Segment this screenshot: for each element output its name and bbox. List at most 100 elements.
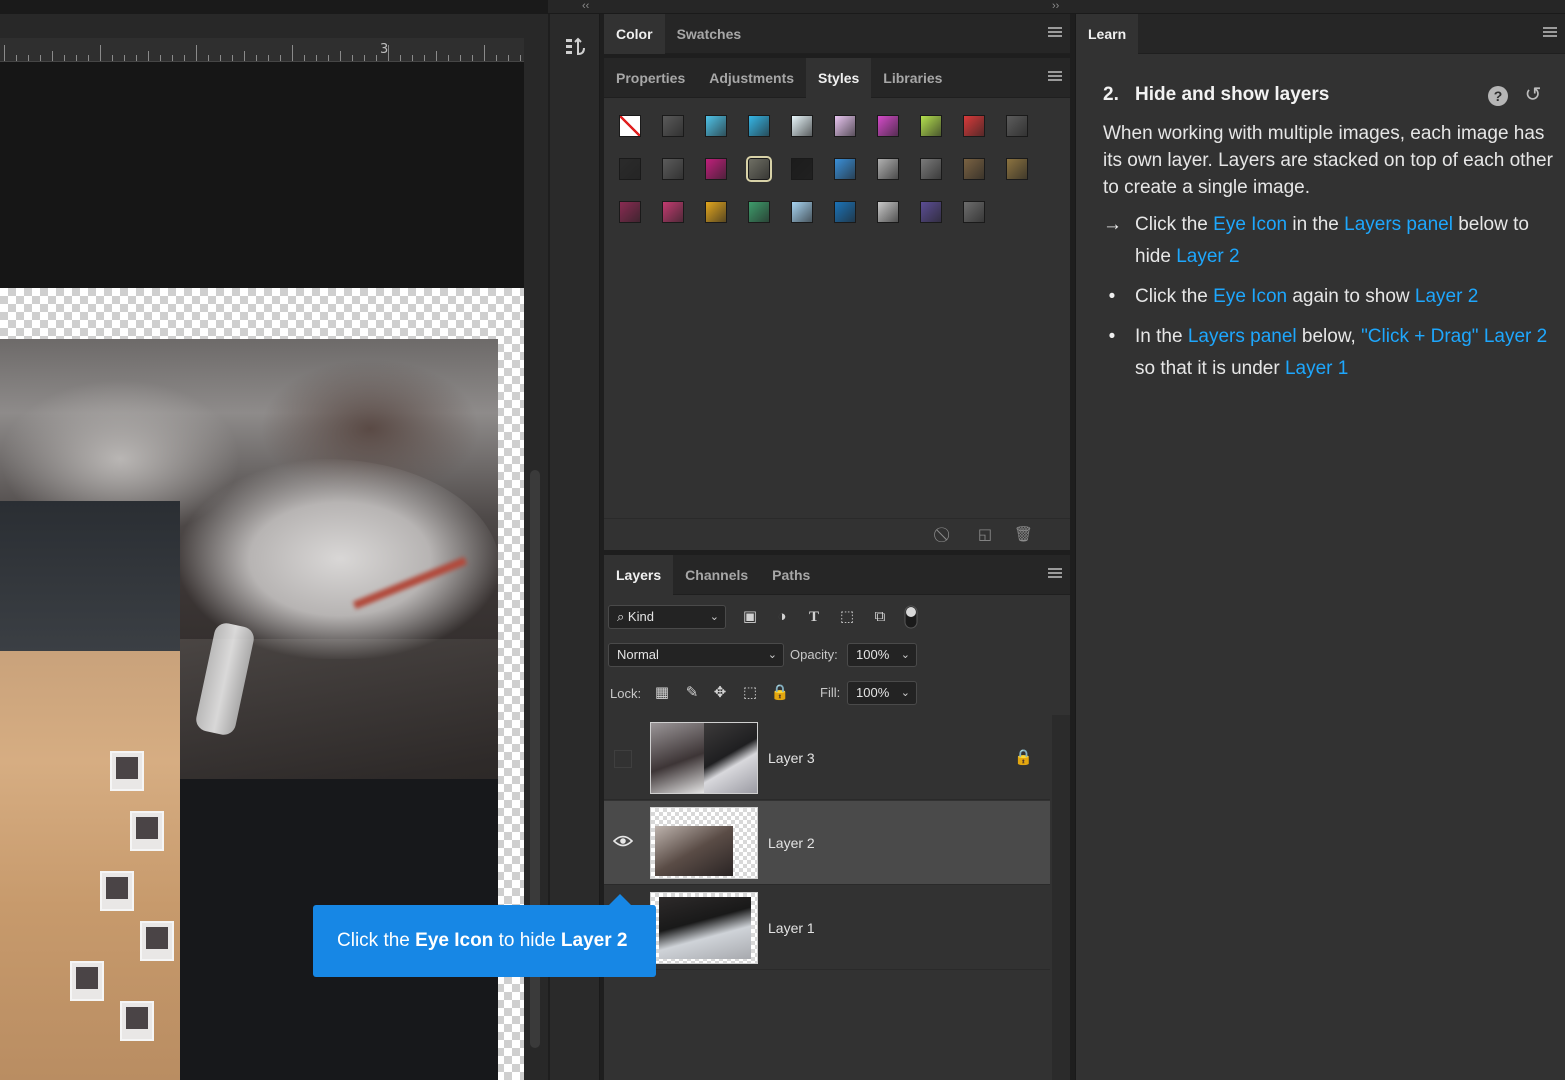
layer-name[interactable]: Layer 2 (768, 835, 815, 851)
ruler-tick (76, 55, 77, 61)
blend-mode-select[interactable]: Normal ⌄ (608, 643, 784, 667)
lock-position-icon[interactable]: ✥ (710, 683, 730, 703)
style-swatch[interactable] (780, 147, 823, 190)
collapse-right-chevron-icon[interactable]: ›› (1052, 0, 1059, 12)
style-swatch[interactable] (866, 104, 909, 147)
style-swatch[interactable] (651, 190, 694, 233)
style-swatch-preview (790, 200, 813, 223)
style-swatch[interactable] (694, 190, 737, 233)
style-swatch[interactable] (909, 104, 952, 147)
chevron-down-icon[interactable]: ⌄ (901, 682, 910, 704)
instruction-text: Click the (1135, 286, 1214, 307)
style-swatch[interactable] (866, 190, 909, 233)
tab-adjustments[interactable]: Adjustments (697, 58, 806, 98)
styles-panel-footer: ⃠ ◱ 🗑 (604, 518, 1070, 550)
style-swatch-preview (704, 200, 727, 223)
filter-shape-icon[interactable]: ⬚ (837, 607, 857, 627)
tab-properties[interactable]: Properties (604, 58, 697, 98)
step-title: Hide and show layers (1135, 84, 1330, 105)
layer-filter-kind-select[interactable]: ⌕ Kind ⌄ (608, 605, 726, 629)
filter-toggle-icon[interactable] (901, 605, 921, 629)
kind-label: Kind (627, 609, 654, 624)
step-number: 2. (1103, 84, 1119, 105)
help-icon[interactable]: ? (1488, 86, 1508, 106)
style-swatch[interactable] (651, 147, 694, 190)
style-swatch[interactable] (952, 104, 995, 147)
layers-panel: Layers Channels Paths ⌕ Kind ⌄ ▣ ◑ T ⬚ ⧉… (604, 554, 1070, 1080)
filter-smart-object-icon[interactable]: ⧉ (870, 607, 890, 627)
panel-menu-icon[interactable] (1048, 568, 1062, 580)
tab-styles[interactable]: Styles (806, 57, 872, 98)
collapse-left-chevron-icon[interactable]: ‹‹ (582, 0, 589, 12)
ruler-tick (376, 55, 377, 61)
lock-artboard-icon[interactable]: ⬚ (740, 683, 760, 703)
panel-menu-icon[interactable] (1048, 71, 1062, 83)
style-swatch[interactable] (737, 104, 780, 147)
style-swatch[interactable] (952, 147, 995, 190)
style-swatch[interactable] (995, 104, 1038, 147)
style-swatch[interactable] (952, 190, 995, 233)
instruction-step-1: → Click the Eye Icon in the Layers panel … (1103, 209, 1558, 273)
opacity-input[interactable]: 100% ⌄ (847, 643, 917, 667)
style-swatch[interactable] (780, 190, 823, 233)
fill-input[interactable]: 100% ⌄ (847, 681, 917, 705)
tab-libraries[interactable]: Libraries (871, 58, 954, 98)
style-swatch[interactable] (823, 104, 866, 147)
trash-icon[interactable]: 🗑 (1014, 526, 1033, 544)
ruler-tick (100, 45, 101, 61)
lock-image-pixels-icon[interactable]: ✎ (682, 683, 702, 703)
layer-row-layer-2[interactable]: Layer 2 (604, 801, 1050, 885)
style-swatch[interactable] (608, 104, 651, 147)
panel-menu-icon[interactable] (1048, 27, 1062, 39)
filter-pixel-icon[interactable]: ▣ (740, 607, 760, 627)
reset-icon[interactable]: ↺ (1522, 84, 1544, 106)
tab-swatches[interactable]: Swatches (665, 14, 754, 54)
tab-learn[interactable]: Learn (1076, 13, 1139, 54)
layer-row-layer-3[interactable]: Layer 3 🔒 (604, 716, 1050, 800)
horizontal-ruler: 3 (0, 38, 524, 62)
ruler-tick (268, 55, 269, 61)
style-swatch[interactable] (651, 104, 694, 147)
layer-name[interactable]: Layer 3 (768, 750, 815, 766)
style-swatch[interactable] (608, 190, 651, 233)
tab-channels[interactable]: Channels (673, 555, 760, 595)
tab-paths[interactable]: Paths (760, 555, 822, 595)
layer-row-layer-1[interactable]: Layer 1 (604, 886, 1050, 970)
visibility-toggle-empty[interactable] (614, 750, 632, 768)
style-swatch[interactable] (823, 147, 866, 190)
tab-layers[interactable]: Layers (604, 554, 674, 595)
style-swatch[interactable] (780, 104, 823, 147)
filter-type-icon[interactable]: T (804, 607, 824, 627)
new-style-icon[interactable]: ◱ (976, 526, 994, 544)
lock-transparent-pixels-icon[interactable]: ▦ (652, 683, 672, 703)
style-swatch[interactable] (909, 190, 952, 233)
ruler-tick (520, 55, 521, 61)
style-swatch[interactable] (694, 147, 737, 190)
filter-adjustment-icon[interactable]: ◑ (772, 607, 792, 627)
ruler-tick (148, 51, 149, 61)
bullet-icon: • (1108, 286, 1116, 307)
eye-icon[interactable] (612, 833, 634, 853)
style-swatch[interactable] (608, 147, 651, 190)
lock-all-icon[interactable]: 🔒 (770, 683, 790, 703)
layer-name[interactable]: Layer 1 (768, 920, 815, 936)
panel-menu-icon[interactable] (1543, 27, 1557, 39)
layers-scrollbar[interactable] (1052, 715, 1070, 1080)
ruler-tick (28, 55, 29, 61)
history-panel-icon[interactable] (564, 36, 588, 60)
style-swatch[interactable] (909, 147, 952, 190)
style-swatch[interactable] (694, 104, 737, 147)
chevron-down-icon[interactable]: ⌄ (901, 644, 910, 666)
style-swatch[interactable] (823, 190, 866, 233)
style-swatch[interactable] (866, 147, 909, 190)
clear-style-icon[interactable]: ⃠ (936, 526, 954, 544)
step-description: When working with multiple images, each … (1103, 123, 1553, 198)
highlighted-term: Eye Icon (1213, 286, 1288, 307)
style-swatch[interactable] (995, 147, 1038, 190)
style-swatch[interactable] (737, 190, 780, 233)
instruction-text: in the (1287, 214, 1345, 235)
chevron-down-icon: ⌄ (709, 611, 719, 623)
style-swatch[interactable] (737, 147, 780, 190)
style-swatch-preview (919, 114, 942, 137)
tab-color[interactable]: Color (604, 13, 665, 54)
